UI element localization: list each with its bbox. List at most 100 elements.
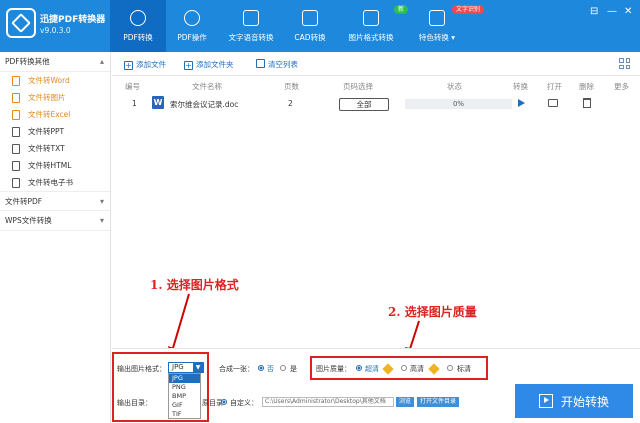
document-icon xyxy=(12,144,20,154)
col-open: 打开 xyxy=(547,81,562,92)
col-status: 状态 xyxy=(447,81,462,92)
merge-no-label: 否 xyxy=(267,364,274,374)
play-icon xyxy=(539,394,553,408)
document-icon xyxy=(12,178,20,188)
tab-special-convert[interactable]: 特色转换 ▾ 文字识别 xyxy=(406,0,468,52)
output-custom-radio[interactable] xyxy=(221,399,227,405)
annotation-step2: 2. 选择图片质量 xyxy=(388,303,477,320)
col-convert: 转换 xyxy=(513,81,528,92)
chevron-down-icon: ▾ xyxy=(100,211,104,231)
quality-standard-radio[interactable] xyxy=(447,365,453,371)
tab-text-speech[interactable]: 文字语音转换 xyxy=(218,0,284,52)
clear-icon xyxy=(256,59,265,68)
progress-bar: 0% xyxy=(405,99,512,109)
quality-standard-label: 标清 xyxy=(457,364,471,374)
format-option-gif[interactable]: GIF xyxy=(169,401,200,410)
word-file-icon: W xyxy=(152,96,164,109)
app-header: 迅捷PDF转换器 v9.0.3.0 PDF转换 PDF操作 文字语音转换 CAD… xyxy=(0,0,640,52)
quality-high-label: 高清 xyxy=(410,364,424,374)
play-icon[interactable] xyxy=(518,99,525,107)
app-version: v9.0.3.0 xyxy=(40,26,71,35)
progress-text: 0% xyxy=(405,99,512,109)
tab-pdf-convert[interactable]: PDF转换 xyxy=(110,0,166,52)
format-option-tif[interactable]: TIF xyxy=(169,410,200,419)
close-icon[interactable]: ✕ xyxy=(624,6,632,17)
format-dropdown-list: JPG PNG BMP GIF TIF xyxy=(168,373,201,419)
sidebar-group-to-pdf[interactable]: 文件转PDF ▾ xyxy=(0,191,110,211)
output-custom-label: 自定义： xyxy=(230,398,258,408)
table-row: 1 W 索尔维会议记录.doc 2 全部 0% xyxy=(112,96,640,116)
sidebar-item-word[interactable]: 文件转Word xyxy=(0,72,110,89)
sidebar-item-html[interactable]: 文件转HTML xyxy=(0,157,110,174)
add-folder-icon: + xyxy=(184,61,193,70)
clear-list-button[interactable]: 清空列表 xyxy=(256,59,298,70)
merge-yes-radio[interactable] xyxy=(280,365,286,371)
chevron-down-icon: ▼ xyxy=(193,363,203,372)
quality-high-radio[interactable] xyxy=(401,365,407,371)
main-nav: PDF转换 PDF操作 文字语音转换 CAD转换 图片格式转换 新 特色转换 ▾… xyxy=(110,0,468,52)
col-index: 编号 xyxy=(125,81,140,92)
merge-label: 合成一张： xyxy=(219,364,254,374)
sidebar-item-ppt[interactable]: 文件转PPT xyxy=(0,123,110,140)
grid-view-icon[interactable] xyxy=(619,58,630,69)
col-pages: 页数 xyxy=(284,81,299,92)
quality-ultra-label: 超清 xyxy=(365,364,379,374)
audio-icon xyxy=(243,10,259,26)
sidebar-item-excel[interactable]: 文件转Excel xyxy=(0,106,110,123)
sidebar-group-pdf-other[interactable]: PDF转换其他 ▴ xyxy=(0,52,110,72)
sidebar-item-image[interactable]: 文件转图片 xyxy=(0,89,110,106)
col-more: 更多 xyxy=(614,81,629,92)
format-select[interactable]: JPG ▼ xyxy=(168,362,204,373)
tab-image-format[interactable]: 图片格式转换 新 xyxy=(336,0,406,52)
minimize-icon[interactable]: — xyxy=(607,6,617,17)
document-icon xyxy=(12,76,20,86)
sidebar-group-wps[interactable]: WPS文件转换 ▾ xyxy=(0,211,110,231)
output-source-label[interactable]: 原目录 xyxy=(202,398,223,408)
convert-icon xyxy=(429,10,445,26)
chevron-down-icon: ▾ xyxy=(100,192,104,212)
add-file-button[interactable]: +添加文件 xyxy=(124,59,166,70)
tab-cad-convert[interactable]: CAD转换 xyxy=(284,0,336,52)
output-dir-label: 输出目录： xyxy=(117,398,152,408)
cad-icon xyxy=(302,10,318,26)
col-page-select: 页码选择 xyxy=(343,81,373,92)
row-file-name: 索尔维会议记录.doc xyxy=(170,99,238,110)
gear-icon xyxy=(184,10,200,26)
refresh-icon xyxy=(130,10,146,26)
format-option-jpg[interactable]: JPG xyxy=(169,374,200,383)
sidebar-item-txt[interactable]: 文件转TXT xyxy=(0,140,110,157)
add-icon: + xyxy=(124,61,133,70)
merge-no-radio[interactable] xyxy=(258,365,264,371)
merge-yes-label: 是 xyxy=(290,364,297,374)
add-folder-button[interactable]: +添加文件夹 xyxy=(184,59,234,70)
row-pages: 2 xyxy=(288,99,293,108)
menu-icon[interactable]: ⊟ xyxy=(590,6,598,17)
format-option-png[interactable]: PNG xyxy=(169,383,200,392)
image-icon xyxy=(363,10,379,26)
browse-button[interactable]: 浏览 xyxy=(396,397,414,407)
trash-icon[interactable] xyxy=(583,98,591,108)
annotation-step1: 1. 选择图片格式 xyxy=(150,276,239,293)
app-name: 迅捷PDF转换器 xyxy=(40,12,105,25)
page-select-dropdown[interactable]: 全部 xyxy=(339,98,389,111)
app-logo-icon xyxy=(6,8,36,38)
document-icon xyxy=(12,127,20,137)
output-path-field[interactable]: C:\Users\Administrator\Desktop\其他文档 xyxy=(262,397,394,407)
col-delete: 删除 xyxy=(579,81,594,92)
ocr-badge: 文字识别 xyxy=(452,5,484,14)
quality-label: 图片质量： xyxy=(316,364,351,374)
format-label: 输出图片格式： xyxy=(117,364,166,374)
open-folder-button[interactable]: 打开文件目录 xyxy=(417,397,459,407)
document-icon xyxy=(12,110,20,120)
document-icon xyxy=(12,93,20,103)
sidebar-item-ebook[interactable]: 文件转电子书 xyxy=(0,174,110,191)
format-option-bmp[interactable]: BMP xyxy=(169,392,200,401)
chevron-up-icon: ▴ xyxy=(100,52,104,72)
quality-ultra-radio[interactable] xyxy=(356,365,362,371)
table-header: 编号 文件名称 页数 页码选择 状态 转换 打开 删除 更多 xyxy=(112,78,640,94)
sidebar: PDF转换其他 ▴ 文件转Word 文件转图片 文件转Excel 文件转PPT … xyxy=(0,52,111,423)
folder-open-icon[interactable] xyxy=(548,99,558,107)
col-file-name: 文件名称 xyxy=(192,81,222,92)
start-convert-button[interactable]: 开始转换 xyxy=(515,384,633,418)
tab-pdf-operations[interactable]: PDF操作 xyxy=(166,0,218,52)
